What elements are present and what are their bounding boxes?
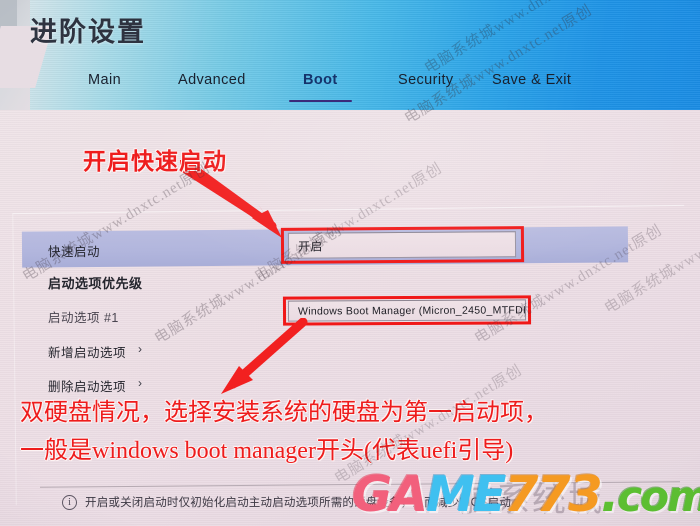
bios-setup-photo: 进阶设置 Main Advanced Boot Security Save & … (0, 0, 700, 526)
logo-letter-e: E (472, 466, 507, 523)
annotation-text-line-2: 一般是windows boot manager开头(代表uefi引导) (20, 438, 514, 464)
watermark-site-logo: G A M E 773 . com (352, 466, 700, 523)
label-add-boot-option[interactable]: 新增启动选项 (48, 342, 126, 361)
annotation-rect-fast-boot (280, 226, 525, 264)
annotation-arrow-to-note (221, 318, 308, 394)
logo-letter-g: G (352, 466, 392, 523)
annotation-text-enable-fast-boot: 开启快速启动 (83, 148, 227, 174)
info-icon: i (62, 494, 77, 510)
chevron-right-icon-add: › (138, 342, 142, 356)
logo-tld-com: com (617, 472, 700, 521)
heading-boot-priority: 启动选项优先级 (48, 276, 143, 291)
label-fast-boot: 快速启动 (48, 245, 101, 259)
logo-dot: . (600, 466, 620, 523)
logo-letter-m: M (426, 466, 475, 523)
annotation-rect-boot-option-1 (282, 295, 532, 326)
chevron-right-icon-delete: › (138, 376, 142, 390)
annotation-text-line-1: 双硬盘情况，选择安装系统的硬盘为第一启动项， (20, 400, 548, 426)
label-boot-option-1: 启动选项 #1 (48, 311, 119, 325)
logo-letter-a: A (390, 466, 428, 523)
logo-number-773: 773 (504, 466, 602, 523)
